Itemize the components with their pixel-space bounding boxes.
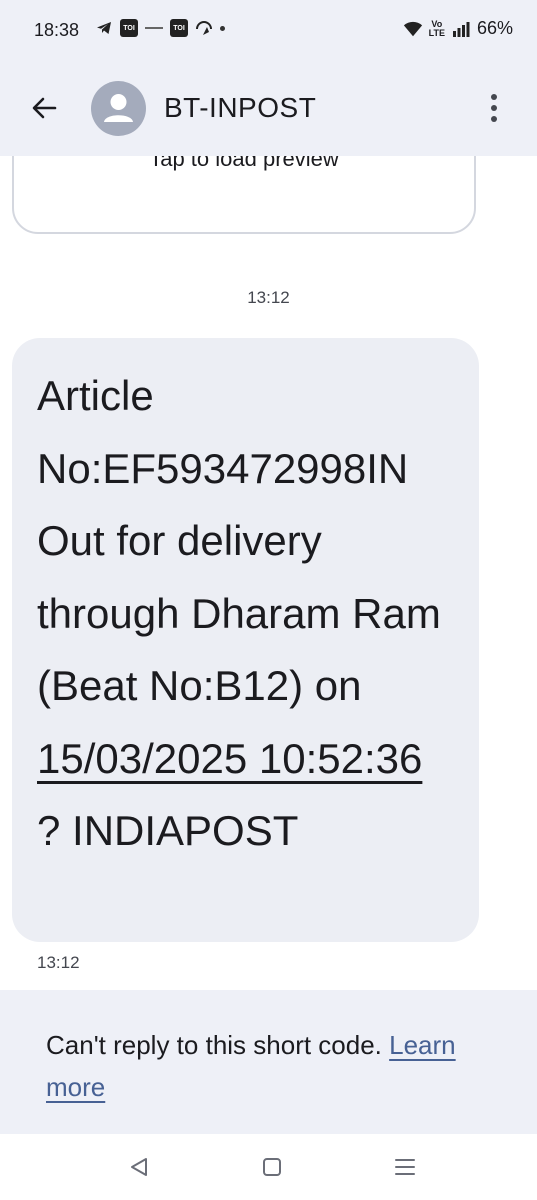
status-bar: 18:38 TOI TOI Vo LTE 66% xyxy=(0,0,537,62)
message-bubble[interactable]: Article No:EF593472998IN Out for deliver… xyxy=(12,338,479,942)
back-button[interactable] xyxy=(24,88,64,128)
telegram-icon xyxy=(94,18,114,38)
volte-label: Vo LTE xyxy=(428,19,445,38)
home-square-icon xyxy=(263,1158,281,1176)
system-icons: Vo LTE 66% xyxy=(403,18,513,39)
nav-recents-button[interactable] xyxy=(390,1154,420,1180)
volte-bottom: LTE xyxy=(428,27,445,38)
back-triangle-icon xyxy=(131,1158,147,1176)
more-notifications-dot xyxy=(220,25,225,31)
more-options-button[interactable] xyxy=(480,88,508,128)
toi-icon: TOI xyxy=(120,19,138,37)
conversation-header: BT-INPOST xyxy=(0,62,537,156)
message-list[interactable]: Tap to load preview 13:12 Article No:EF5… xyxy=(0,156,537,990)
contact-name[interactable]: BT-INPOST xyxy=(164,92,316,124)
signal-icon xyxy=(451,19,471,39)
date-time-link[interactable]: 15/03/2025 10:52:36 xyxy=(37,735,422,782)
battery-level: 66% xyxy=(476,18,513,38)
more-vert-icon xyxy=(491,94,497,100)
cannot-reply-notice: Can't reply to this short code. Learn mo… xyxy=(0,990,537,1134)
wifi-icon xyxy=(403,19,423,39)
avatar-icon xyxy=(104,94,133,122)
message-tail: ? INDIAPOST xyxy=(37,807,299,854)
message-body: Article No:EF593472998IN Out for deliver… xyxy=(37,372,441,709)
message-text: Article No:EF593472998IN Out for deliver… xyxy=(37,360,455,868)
link-preview-card[interactable]: Tap to load preview xyxy=(12,156,476,234)
status-time: 18:38 xyxy=(34,20,80,40)
back-arrow-icon xyxy=(32,97,57,119)
app-icon xyxy=(144,18,164,38)
date-divider-time: 13:12 xyxy=(247,288,290,307)
message-timestamp: 13:12 xyxy=(37,953,80,972)
nav-back-button[interactable] xyxy=(124,1154,154,1180)
recents-menu-icon xyxy=(395,1159,415,1175)
notification-icons: TOI TOI xyxy=(94,18,225,38)
notice-text: Can't reply to this short code. Learn mo… xyxy=(46,1024,506,1108)
more-vert-icon xyxy=(491,105,497,111)
toi-icon: TOI xyxy=(170,19,188,37)
nav-home-button[interactable] xyxy=(257,1154,287,1180)
contact-avatar[interactable] xyxy=(91,81,146,136)
nav-arrow-icon xyxy=(194,18,214,38)
notice-label: Can't reply to this short code. xyxy=(46,1030,390,1060)
tap-to-load-preview[interactable]: Tap to load preview xyxy=(14,156,474,172)
more-vert-icon xyxy=(491,116,497,122)
system-navigation-bar xyxy=(0,1134,537,1200)
